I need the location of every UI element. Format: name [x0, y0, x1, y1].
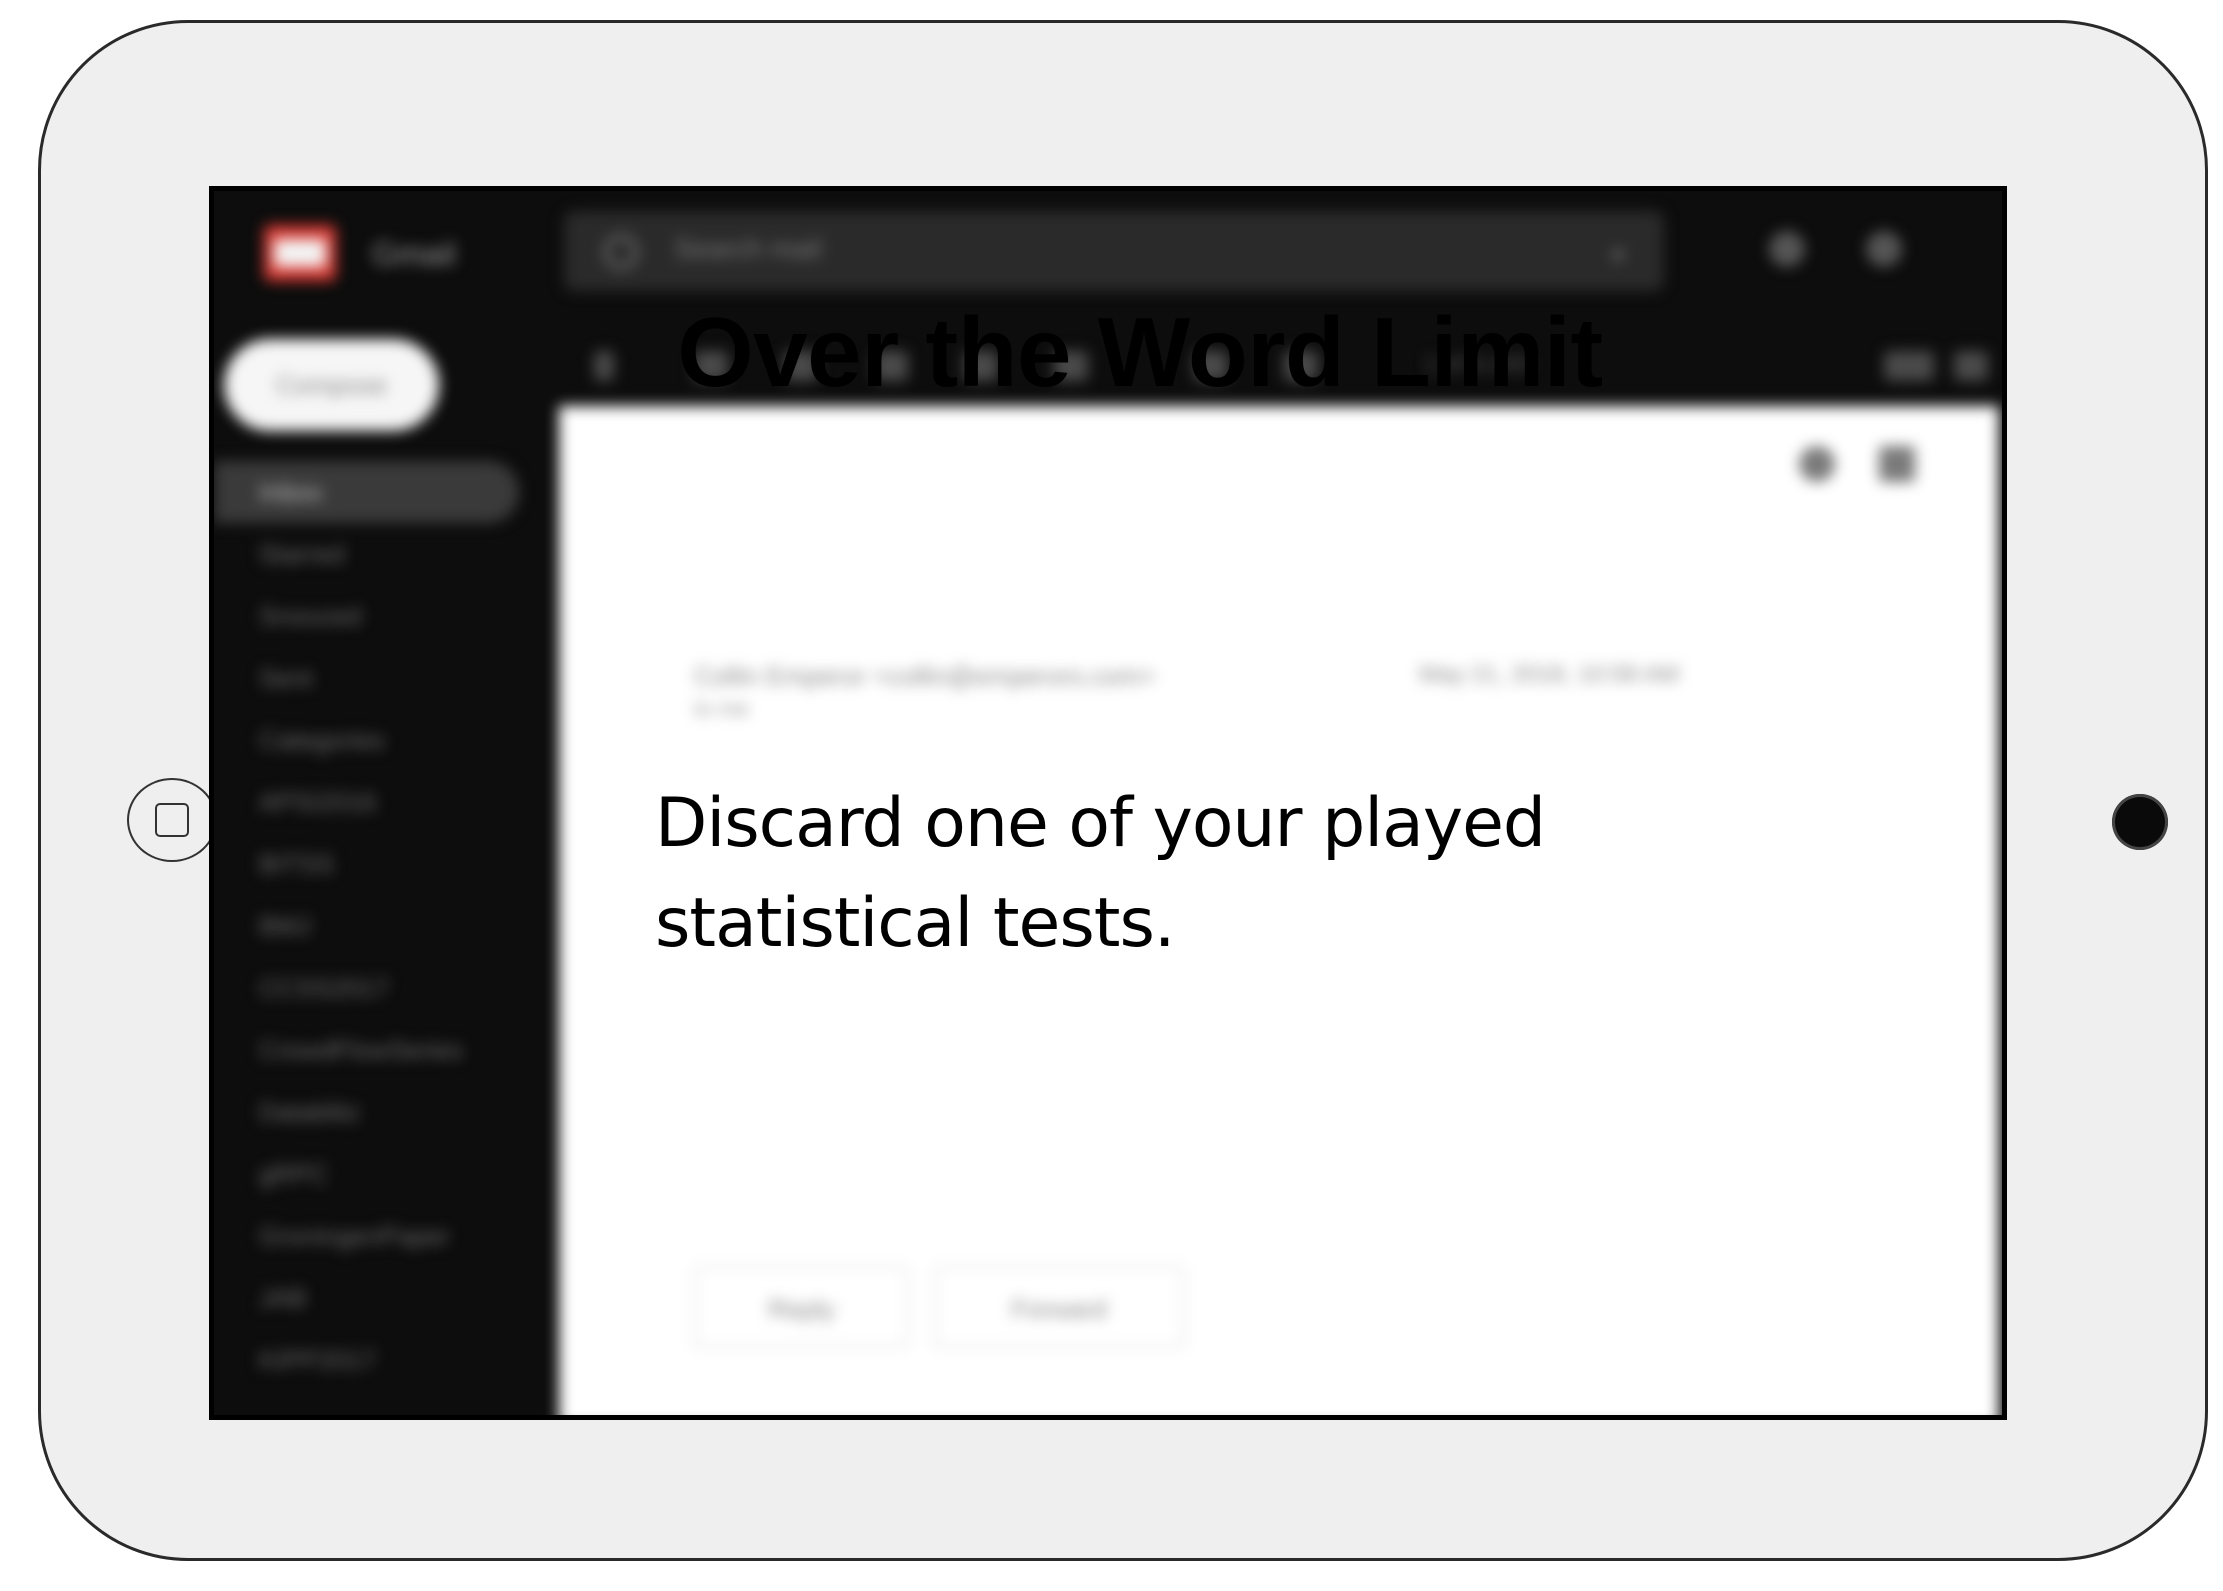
app-name: Gmail	[372, 236, 456, 272]
sidebar: Inbox Starred Snoozed Sent Categories AP…	[214, 461, 554, 1391]
sidebar-item[interactable]: Sent	[214, 647, 554, 709]
sidebar-item[interactable]: gRPC	[214, 1143, 554, 1205]
sidebar-item[interactable]: Starred	[214, 523, 554, 585]
message-date: May 21, 2018, 10:58 AM	[1419, 661, 1680, 688]
sidebar-item[interactable]: Datablitz	[214, 1081, 554, 1143]
recipient[interactable]: to me	[694, 696, 749, 722]
reply-button[interactable]: Reply	[694, 1266, 909, 1348]
sidebar-item[interactable]: BITSS	[214, 833, 554, 895]
search-icon	[604, 235, 638, 269]
camera-icon	[2112, 794, 2168, 850]
gmail-logo-icon	[264, 225, 336, 281]
sidebar-item[interactable]: BMJ	[214, 895, 554, 957]
sidebar-item[interactable]: KIPP2017	[214, 1329, 554, 1391]
avatar[interactable]	[1866, 231, 1902, 267]
search-placeholder: Search mail	[674, 233, 822, 264]
settings-gear-icon[interactable]	[1954, 351, 1988, 381]
sidebar-item[interactable]: CCSS2017	[214, 957, 554, 1019]
forward-button[interactable]: Forward	[934, 1266, 1184, 1348]
sidebar-item[interactable]: APSI2016	[214, 771, 554, 833]
slide-body-line: statistical tests.	[655, 884, 1176, 963]
home-button[interactable]	[127, 778, 217, 862]
home-button-icon	[155, 803, 189, 837]
sender-name: Collin Emperor <collin@emperors.com>	[694, 661, 1156, 691]
slide-body: Discard one of your played statistical t…	[655, 774, 1755, 974]
sidebar-item[interactable]: Inbox	[214, 461, 519, 523]
search-input[interactable]: Search mail ▾	[564, 211, 1664, 291]
sidebar-item[interactable]: CrowdFlowSeries	[214, 1019, 554, 1081]
print-icon[interactable]	[1799, 446, 1835, 482]
sidebar-item[interactable]: Categories	[214, 709, 554, 771]
slide-body-line: Discard one of your played	[655, 784, 1546, 863]
compose-button[interactable]: Compose	[224, 339, 439, 431]
input-tools-icon[interactable]	[1884, 351, 1934, 381]
open-new-window-icon[interactable]	[1879, 446, 1915, 482]
sidebar-item[interactable]: JAB	[214, 1267, 554, 1329]
slide-title: Over the Word Limit	[677, 297, 1603, 407]
apps-icon[interactable]	[1769, 231, 1805, 267]
search-options-icon[interactable]: ▾	[1612, 241, 1624, 270]
sidebar-item[interactable]: Snoozed	[214, 585, 554, 647]
sidebar-item[interactable]: GroningenPaper	[214, 1205, 554, 1267]
